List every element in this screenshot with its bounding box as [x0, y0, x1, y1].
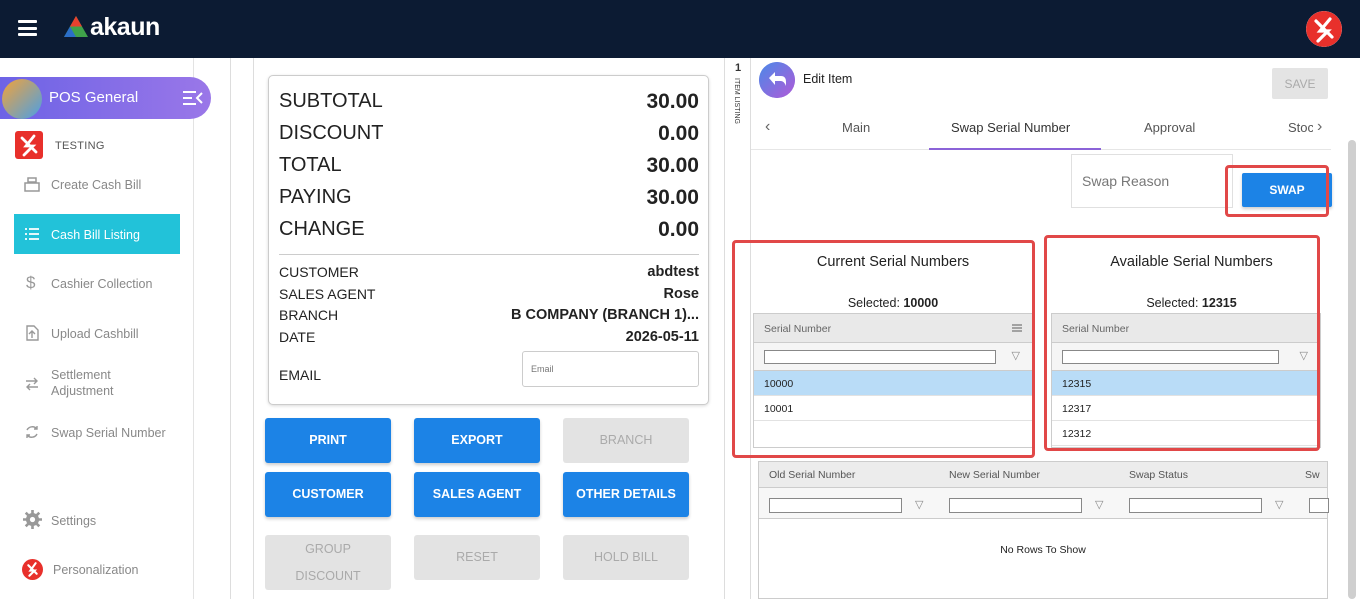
col-new-serial[interactable]: New Serial Number [949, 469, 1040, 481]
dollar-icon: $ [26, 273, 36, 292]
col-swap-status[interactable]: Swap Status [1129, 469, 1188, 481]
user-avatar-icon[interactable] [1306, 11, 1342, 47]
change-value: 0.00 [658, 218, 699, 241]
active-tab-indicator [929, 148, 1101, 150]
no-rows-message: No Rows To Show [1000, 544, 1086, 556]
list-icon [25, 228, 39, 240]
swap-status-filter[interactable] [1129, 498, 1262, 513]
filter-icon[interactable]: ▽ [1275, 498, 1283, 511]
app-title: POS General [49, 89, 139, 106]
total-value: 30.00 [646, 154, 699, 177]
subtotal-value: 30.00 [646, 90, 699, 113]
history-filter-row: ▽ ▽ ▽ [759, 488, 1329, 519]
available-serial-highlight-box [1044, 235, 1320, 451]
arrows-icon [26, 377, 38, 391]
panel-title: Edit Item [803, 72, 853, 86]
other-details-button[interactable]: OTHER DETAILS [563, 472, 689, 517]
panel-tabs: ‹ Main Swap Serial Number Approval Stoc … [751, 112, 1331, 150]
print-button[interactable]: PRINT [265, 418, 391, 463]
sales-agent-row: SALES AGENT Rose [279, 286, 699, 302]
branch-value: B COMPANY (BRANCH 1)... [511, 307, 699, 323]
testing-group-icon [15, 131, 43, 159]
tab-swap-serial-number[interactable]: Swap Serial Number [951, 120, 1070, 135]
group-discount-button[interactable]: GROUP DISCOUNT [265, 535, 391, 590]
nav-cash-bill-listing[interactable]: Cash Bill Listing [14, 214, 180, 254]
hold-bill-button[interactable]: HOLD BILL [563, 535, 689, 580]
current-serial-highlight-box [732, 240, 1035, 458]
reset-button[interactable]: RESET [414, 535, 540, 580]
pos-app-icon [2, 79, 42, 119]
swap-highlight-box [1225, 165, 1329, 217]
customer-value: abdtest [647, 264, 699, 280]
customer-button[interactable]: CUSTOMER [265, 472, 391, 517]
total-row: TOTAL 30.00 [279, 154, 699, 177]
customer-row: CUSTOMER abdtest [279, 264, 699, 280]
upload-icon [26, 325, 39, 341]
discount-value: 0.00 [658, 122, 699, 145]
top-bar: akaun [0, 0, 1360, 58]
nav-personalization[interactable]: Personalization [14, 549, 180, 589]
bill-summary-card: SUBTOTAL 30.00 DISCOUNT 0.00 TOTAL 30.00 PA… [268, 75, 709, 405]
nav-settlement-adjustment[interactable]: Settlement Adjustment [14, 361, 180, 409]
old-serial-filter[interactable] [769, 498, 902, 513]
menu-icon[interactable] [18, 20, 37, 36]
date-row: DATE 2026-05-11 [279, 329, 699, 345]
chevron-right-icon[interactable]: › [1313, 118, 1323, 136]
change-row: CHANGE 0.00 [279, 218, 699, 241]
sidebar: POS General TESTING Create Cash Bill Cas… [0, 58, 211, 599]
personalization-icon [22, 559, 43, 580]
date-value: 2026-05-11 [625, 329, 699, 345]
nav-create-cash-bill[interactable]: Create Cash Bill [14, 164, 180, 204]
save-button[interactable]: SAVE [1272, 68, 1328, 99]
email-input[interactable]: Email [522, 351, 699, 387]
history-header: Old Serial Number New Serial Number Swap… [759, 462, 1327, 488]
group-label: TESTING [55, 140, 105, 152]
discount-row: DISCOUNT 0.00 [279, 122, 699, 145]
filter-icon[interactable]: ▽ [915, 498, 923, 511]
swap-reason-input[interactable]: Swap Reason [1071, 154, 1233, 208]
new-serial-filter[interactable] [949, 498, 1082, 513]
chevron-left-icon[interactable]: ‹ [765, 118, 770, 136]
item-listing-label: ITEM LISTING [733, 78, 740, 124]
nav-settings[interactable]: Settings [14, 500, 180, 540]
sales-agent-button[interactable]: SALES AGENT [414, 472, 540, 517]
nav-cashier-collection[interactable]: $ Cashier Collection [14, 263, 180, 303]
swap-history-grid: Old Serial Number New Serial Number Swap… [758, 461, 1329, 599]
nav-swap-serial-number[interactable]: Swap Serial Number [14, 412, 180, 452]
branch-row: BRANCH B COMPANY (BRANCH 1)... [279, 307, 699, 323]
tab-approval[interactable]: Approval [1144, 120, 1195, 135]
col-swap-more[interactable]: Sw [1305, 469, 1320, 481]
col-old-serial[interactable]: Old Serial Number [769, 469, 855, 481]
tab-stock[interactable]: Stoc [1288, 120, 1314, 135]
gear-icon [23, 510, 42, 529]
sales-agent-value: Rose [663, 286, 699, 302]
tab-main[interactable]: Main [842, 120, 870, 135]
export-button[interactable]: EXPORT [414, 418, 540, 463]
summary-divider [279, 254, 699, 255]
swap-icon [26, 426, 38, 438]
item-count: 1 [735, 62, 742, 74]
nav-upload-cashbill[interactable]: Upload Cashbill [14, 313, 180, 353]
filter-icon[interactable]: ▽ [1095, 498, 1103, 511]
brand-name: akaun [90, 13, 160, 41]
panel-scrollbar[interactable] [1348, 140, 1356, 599]
paying-row: PAYING 30.00 [279, 186, 699, 209]
cash-register-icon [24, 177, 40, 192]
paying-value: 30.00 [646, 186, 699, 209]
back-arrow-icon[interactable] [759, 62, 795, 98]
branch-button[interactable]: BRANCH [563, 418, 689, 463]
edit-item-panel: Edit Item SAVE ‹ Main Swap Serial Number… [732, 58, 1360, 599]
subtotal-row: SUBTOTAL 30.00 [279, 90, 699, 113]
akaun-logo-icon [64, 16, 88, 37]
collapse-sidebar-icon[interactable] [182, 90, 204, 106]
app-switcher[interactable]: POS General [0, 77, 211, 119]
swap-more-filter[interactable] [1309, 498, 1329, 513]
